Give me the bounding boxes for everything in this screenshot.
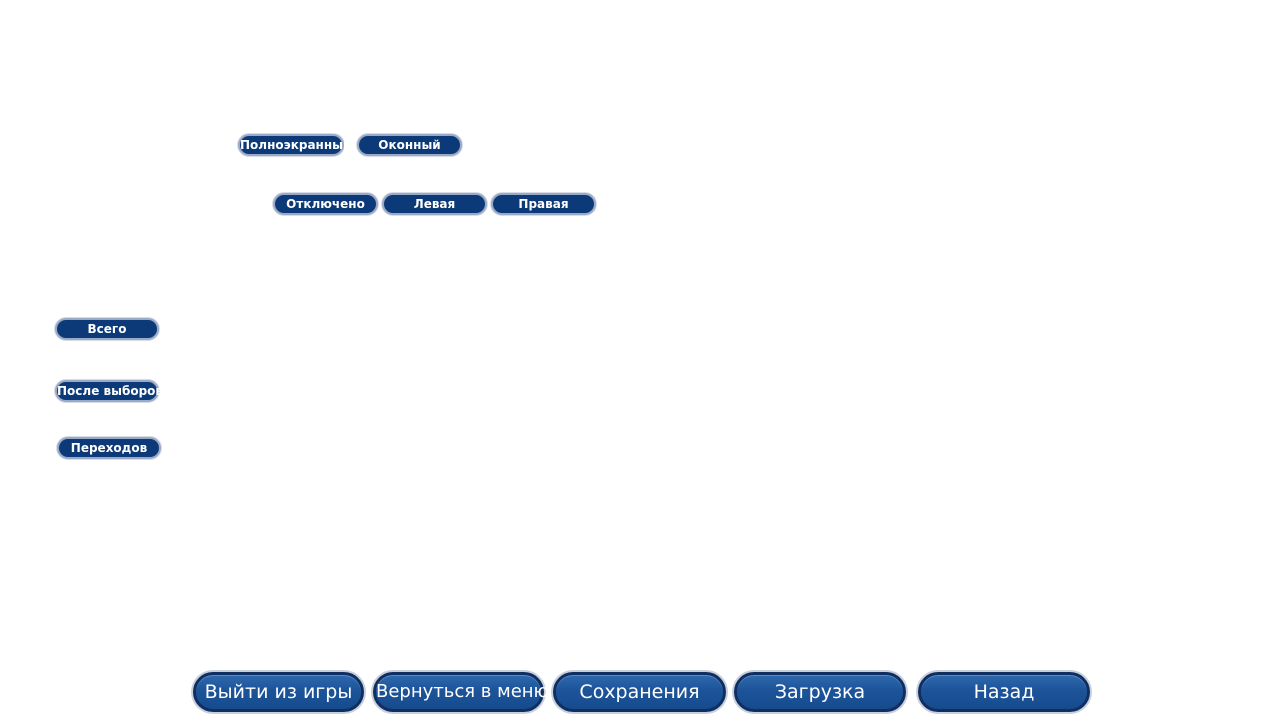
load-button[interactable]: Загрузка	[734, 672, 906, 712]
saves-button[interactable]: Сохранения	[553, 672, 726, 712]
side-left-button[interactable]: Левая	[382, 193, 487, 215]
display-windowed-button[interactable]: Оконный	[357, 134, 462, 156]
skip-transitions-button[interactable]: Переходов	[57, 437, 161, 459]
side-right-button[interactable]: Правая	[491, 193, 596, 215]
skip-after-choices-button[interactable]: После выборов	[55, 380, 163, 402]
skip-all-button[interactable]: Всего	[55, 318, 159, 340]
display-fullscreen-button[interactable]: Полноэкранный	[238, 134, 351, 156]
back-button[interactable]: Назад	[918, 672, 1090, 712]
main-menu-button[interactable]: Вернуться в меню	[373, 672, 549, 712]
quit-game-button[interactable]: Выйти из игры	[193, 672, 364, 712]
side-off-button[interactable]: Отключено	[273, 193, 378, 215]
